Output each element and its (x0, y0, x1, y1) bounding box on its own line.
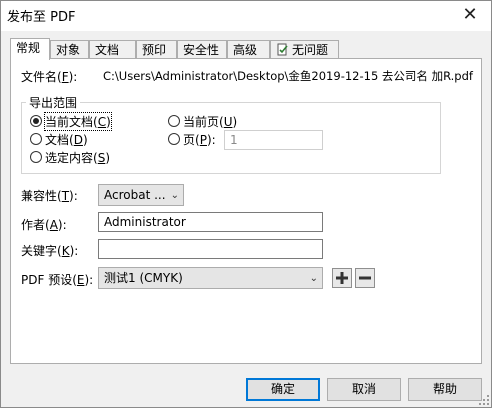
pages-radio[interactable] (168, 133, 180, 145)
author-input[interactable]: Administrator (98, 212, 323, 232)
current-page-radio[interactable] (168, 115, 180, 127)
tab-objects[interactable]: 对象 (50, 40, 89, 58)
ok-button[interactable]: 确定 (246, 378, 320, 401)
pages-input[interactable]: 1 (224, 130, 323, 150)
current-document-radio[interactable] (30, 115, 42, 127)
filename-value: C:\Users\Administrator\Desktop\金鱼2019-12… (103, 69, 473, 83)
filename-label: 文件名(F): (21, 70, 78, 84)
tab-document[interactable]: 文档 (89, 40, 136, 58)
cancel-button[interactable]: 取消 (327, 378, 401, 401)
add-preset-button[interactable] (332, 268, 352, 288)
selection-radio[interactable] (30, 151, 42, 163)
plus-icon (336, 272, 348, 284)
tab-no-issues[interactable]: 无问题 (270, 40, 339, 58)
minus-icon (359, 276, 371, 280)
compatibility-label: 兼容性(T): (21, 189, 78, 203)
author-label: 作者(A): (21, 218, 67, 232)
pdf-preset-label: PDF 预设(E): (21, 273, 94, 287)
chevron-down-icon: ⌄ (309, 273, 318, 284)
close-icon[interactable]: ✕ (457, 4, 483, 26)
document-check-icon (277, 43, 288, 56)
keywords-label: 关键字(K): (21, 244, 79, 258)
remove-preset-button[interactable] (355, 268, 375, 288)
tab-security[interactable]: 安全性 (177, 40, 227, 58)
selection-label[interactable]: 选定内容(S) (45, 149, 110, 166)
pages-label[interactable]: 页(P): (183, 131, 216, 148)
tab-advanced[interactable]: 高级 (227, 40, 270, 58)
current-document-label[interactable]: 当前文档(C) (44, 112, 112, 131)
document-radio[interactable] (30, 133, 42, 145)
chevron-down-icon: ⌄ (170, 190, 179, 201)
help-button[interactable]: 帮助 (408, 378, 482, 401)
export-range-title: 导出范围 (26, 94, 81, 111)
pdf-preset-select[interactable]: 测试1 (CMYK) ⌄ (98, 267, 323, 289)
window-title: 发布至 PDF (7, 10, 76, 25)
keywords-input[interactable] (98, 239, 323, 259)
document-label[interactable]: 文档(D) (45, 131, 88, 148)
current-page-label[interactable]: 当前页(U) (183, 113, 237, 130)
tab-prepress[interactable]: 预印 (136, 40, 177, 58)
title-bar: 发布至 PDF ✕ (1, 1, 491, 31)
compatibility-select[interactable]: Acrobat ... ⌄ (98, 184, 184, 206)
tab-general[interactable]: 常规 (10, 38, 50, 60)
publish-to-pdf-dialog: 发布至 PDF ✕ 常规 对象 文档 预印 安全性 高级 无问题 文件名(F):… (0, 0, 492, 408)
resize-grip-icon[interactable] (479, 395, 489, 405)
